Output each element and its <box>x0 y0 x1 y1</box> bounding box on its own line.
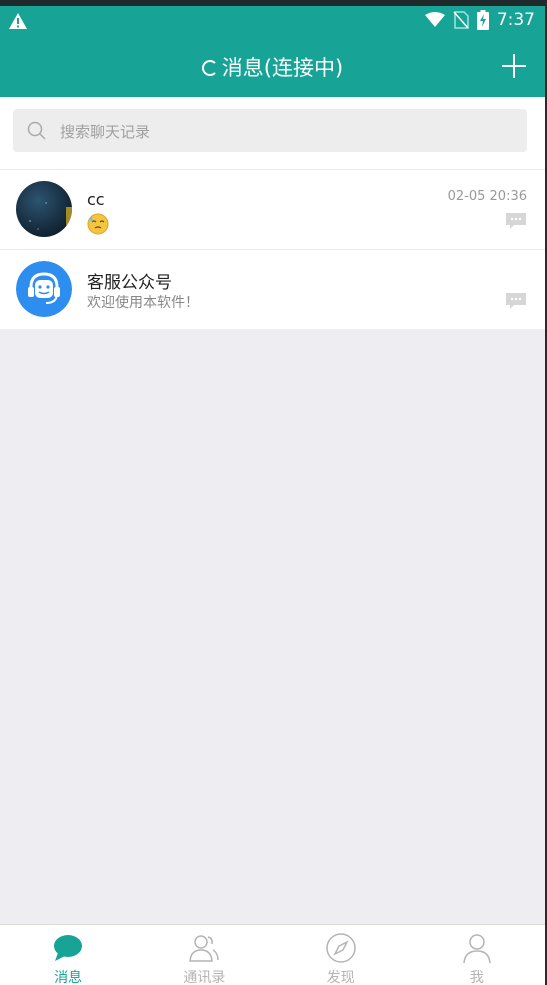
chat-icon <box>54 935 83 961</box>
search-placeholder: 搜索聊天记录 <box>60 123 151 141</box>
conversation-preview: 欢迎使用本软件！ <box>87 295 199 311</box>
contacts-icon <box>189 935 220 962</box>
conversation-item[interactable]: cc 02-05 20:36 <box>0 169 545 249</box>
bottom-tab-bar: 消息 通讯录 发现 我 <box>0 924 545 985</box>
search-icon <box>27 121 46 140</box>
tab-label: 通讯录 <box>183 970 226 985</box>
customer-service-icon <box>16 261 72 317</box>
conversation-time: 02-05 20:36 <box>447 189 527 204</box>
sleepy-emoji-icon <box>87 213 109 235</box>
wifi-icon <box>424 12 445 27</box>
conversation-name: cc <box>87 190 105 209</box>
add-icon[interactable] <box>501 53 527 79</box>
tab-label: 发现 <box>326 970 355 985</box>
no-sim-icon <box>453 11 469 29</box>
status-time: 7:37 <box>496 10 535 30</box>
page-title: 消息(连接中) <box>0 52 545 82</box>
loading-spinner-icon <box>201 60 218 76</box>
message-bubble-icon <box>506 213 526 229</box>
conversation-list: cc 02-05 20:36 客服公众号 欢迎使用本软件！ <box>0 169 545 329</box>
tab-label: 消息 <box>54 970 83 985</box>
tab-label: 我 <box>469 970 484 985</box>
search-section: 搜索聊天记录 <box>0 97 545 169</box>
conversation-item[interactable]: 客服公众号 欢迎使用本软件！ <box>0 249 545 329</box>
phone-screen: 7:37 消息(连接中) 搜索聊天记录 cc 02-05 20:36 客服公众号… <box>0 0 545 985</box>
page-title-text: 消息(连接中) <box>221 56 344 80</box>
person-icon <box>463 934 491 964</box>
message-bubble-icon <box>506 293 526 309</box>
avatar <box>16 181 72 237</box>
warning-icon <box>9 13 27 29</box>
tab-me[interactable]: 我 <box>409 925 545 985</box>
tab-discover[interactable]: 发现 <box>273 925 409 985</box>
compass-icon <box>325 933 356 963</box>
tab-messages[interactable]: 消息 <box>0 925 136 985</box>
status-bar: 7:37 <box>0 6 545 36</box>
app-bar: 消息(连接中) <box>0 36 545 97</box>
search-input[interactable]: 搜索聊天记录 <box>13 109 527 152</box>
tab-contacts[interactable]: 通讯录 <box>136 925 272 985</box>
battery-charging-icon <box>476 10 489 30</box>
conversation-name: 客服公众号 <box>87 273 172 293</box>
